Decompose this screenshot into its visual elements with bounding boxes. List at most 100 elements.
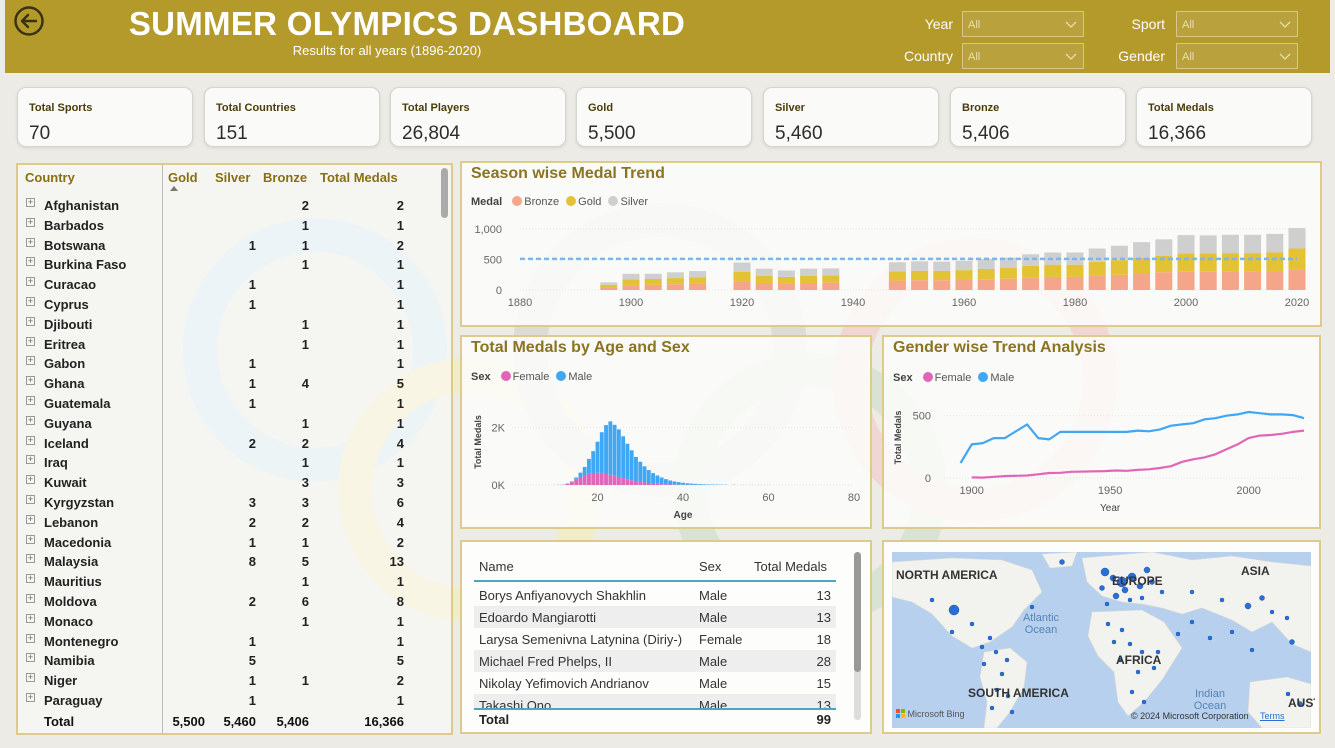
vertical-scrollbar[interactable] <box>441 168 448 218</box>
expand-plus-icon[interactable]: + <box>26 574 35 584</box>
expand-plus-icon[interactable]: + <box>26 693 35 702</box>
map-dot[interactable] <box>1009 709 1015 715</box>
expand-plus-icon[interactable]: + <box>26 316 35 326</box>
table-row[interactable]: + Mauritius 1 1 <box>18 572 438 592</box>
column-header-total-medals[interactable]: Total Medals <box>320 170 398 185</box>
map-dot[interactable] <box>929 597 935 603</box>
expand-plus-icon[interactable]: + <box>26 613 35 623</box>
table-row[interactable]: + Moldova 2 6 8 <box>18 592 438 612</box>
map-dot[interactable] <box>1284 615 1290 621</box>
table-row[interactable]: + Guyana 1 1 <box>18 414 438 434</box>
expand-plus-icon[interactable]: + <box>26 376 35 386</box>
map-dot[interactable] <box>1119 627 1125 633</box>
expand-plus-icon[interactable]: + <box>26 356 35 366</box>
map-dot[interactable] <box>1269 609 1275 615</box>
map-dot[interactable] <box>1135 669 1141 675</box>
expand-plus-icon[interactable]: + <box>26 277 35 287</box>
map-dot[interactable] <box>1289 639 1295 645</box>
expand-plus-icon[interactable]: + <box>26 257 35 267</box>
scrollbar-thumb[interactable] <box>854 552 861 672</box>
map-dot[interactable] <box>1207 635 1213 641</box>
arrow-left-circle-icon[interactable] <box>13 5 45 37</box>
expand-plus-icon[interactable]: + <box>26 653 35 663</box>
expand-plus-icon[interactable]: + <box>26 514 35 524</box>
table-row[interactable]: + Iceland 2 2 4 <box>18 434 438 454</box>
map-dot[interactable] <box>1141 699 1147 705</box>
map-dot[interactable] <box>1249 647 1255 653</box>
column-header-sex[interactable]: Sex <box>699 559 721 574</box>
expand-plus-icon[interactable]: + <box>26 336 35 346</box>
map-dot[interactable] <box>1111 639 1117 645</box>
map-dot[interactable] <box>949 629 955 635</box>
table-row[interactable]: + Monaco 1 1 <box>18 612 438 632</box>
map-dot[interactable] <box>1029 604 1035 610</box>
table-row[interactable]: Nikolay Yefimovich Andrianov Male 15 <box>474 672 836 694</box>
expand-plus-icon[interactable]: + <box>26 475 35 485</box>
table-row[interactable]: Larysa Semenivna Latynina (Diriy-) Female… <box>474 628 836 650</box>
sport-dropdown[interactable]: All <box>1176 11 1298 37</box>
map-dot[interactable] <box>1127 597 1133 603</box>
map-dot[interactable] <box>1175 631 1181 637</box>
map-dot[interactable] <box>1099 585 1105 591</box>
expand-plus-icon[interactable]: + <box>26 435 35 445</box>
table-row[interactable]: + Botswana 1 1 2 <box>18 236 438 256</box>
map-dot[interactable] <box>1259 595 1265 601</box>
expand-plus-icon[interactable]: + <box>26 396 35 405</box>
map-dot[interactable] <box>1104 601 1110 607</box>
expand-plus-icon[interactable]: + <box>26 297 35 306</box>
expand-plus-icon[interactable]: + <box>26 554 35 564</box>
map-dot[interactable] <box>989 705 995 711</box>
column-header-silver[interactable]: Silver <box>215 170 250 185</box>
country-dropdown[interactable]: All <box>962 43 1084 69</box>
table-row[interactable]: + Cyprus 1 1 <box>18 295 438 315</box>
table-row[interactable]: + Gabon 1 1 <box>18 354 438 374</box>
expand-plus-icon[interactable]: + <box>26 237 35 247</box>
table-row[interactable]: + Malaysia 8 5 13 <box>18 552 438 572</box>
map-dot[interactable] <box>979 644 985 650</box>
map-dot[interactable] <box>1159 589 1165 595</box>
table-row[interactable]: + Ghana 1 4 5 <box>18 374 438 394</box>
table-row[interactable]: + Macedonia 1 1 2 <box>18 533 438 553</box>
map-dot[interactable] <box>1189 589 1195 595</box>
map-dot[interactable] <box>1100 567 1110 577</box>
expand-plus-icon[interactable]: + <box>26 455 35 465</box>
map-dot[interactable] <box>999 671 1005 677</box>
table-row[interactable]: + Guatemala 1 1 <box>18 394 438 414</box>
expand-plus-icon[interactable]: + <box>26 633 35 643</box>
expand-plus-icon[interactable]: + <box>26 198 35 207</box>
column-header-name[interactable]: Name <box>479 559 514 574</box>
table-row[interactable]: + Eritrea 1 1 <box>18 335 438 355</box>
expand-plus-icon[interactable]: + <box>26 534 35 544</box>
year-dropdown[interactable]: All <box>962 11 1084 37</box>
table-row[interactable]: + Paraguay 1 1 <box>18 691 438 711</box>
map-dot[interactable] <box>987 635 993 641</box>
table-row[interactable]: + Namibia 5 5 <box>18 651 438 671</box>
map-dot[interactable] <box>1129 689 1135 695</box>
map-dot[interactable] <box>1127 641 1133 647</box>
map-dot[interactable] <box>1244 602 1252 610</box>
map-terms-link[interactable]: Terms <box>1260 711 1285 721</box>
map-dot[interactable] <box>1112 592 1120 600</box>
table-row[interactable]: Edoardo Mangiarotti Male 13 <box>474 606 836 628</box>
map-dot[interactable] <box>981 661 987 667</box>
table-row[interactable]: + Curacao 1 1 <box>18 275 438 295</box>
table-row[interactable]: Michael Fred Phelps, II Male 28 <box>474 650 836 672</box>
table-row[interactable]: + Burkina Faso 1 1 <box>18 255 438 275</box>
map-dot[interactable] <box>993 649 999 655</box>
column-header-bronze[interactable]: Bronze <box>263 170 307 185</box>
table-row[interactable]: + Kuwait 3 3 <box>18 473 438 493</box>
table-row[interactable]: + Djibouti 1 1 <box>18 315 438 335</box>
map-dot[interactable] <box>1229 629 1235 635</box>
table-row[interactable]: + Iraq 1 1 <box>18 453 438 473</box>
table-row[interactable]: + Barbados 1 1 <box>18 216 438 236</box>
column-header-gold[interactable]: Gold <box>168 170 198 185</box>
map-dot[interactable] <box>1004 657 1010 663</box>
table-row[interactable]: + Kyrgyzstan 3 3 6 <box>18 493 438 513</box>
map-dot[interactable] <box>1139 595 1145 601</box>
map-dot[interactable] <box>1105 621 1111 627</box>
expand-plus-icon[interactable]: + <box>26 495 35 504</box>
table-row[interactable]: + Lebanon 2 2 4 <box>18 513 438 533</box>
table-row[interactable]: + Niger 1 1 2 <box>18 671 438 691</box>
table-row[interactable]: + Montenegro 1 1 <box>18 632 438 652</box>
map-dot[interactable] <box>1189 619 1195 625</box>
